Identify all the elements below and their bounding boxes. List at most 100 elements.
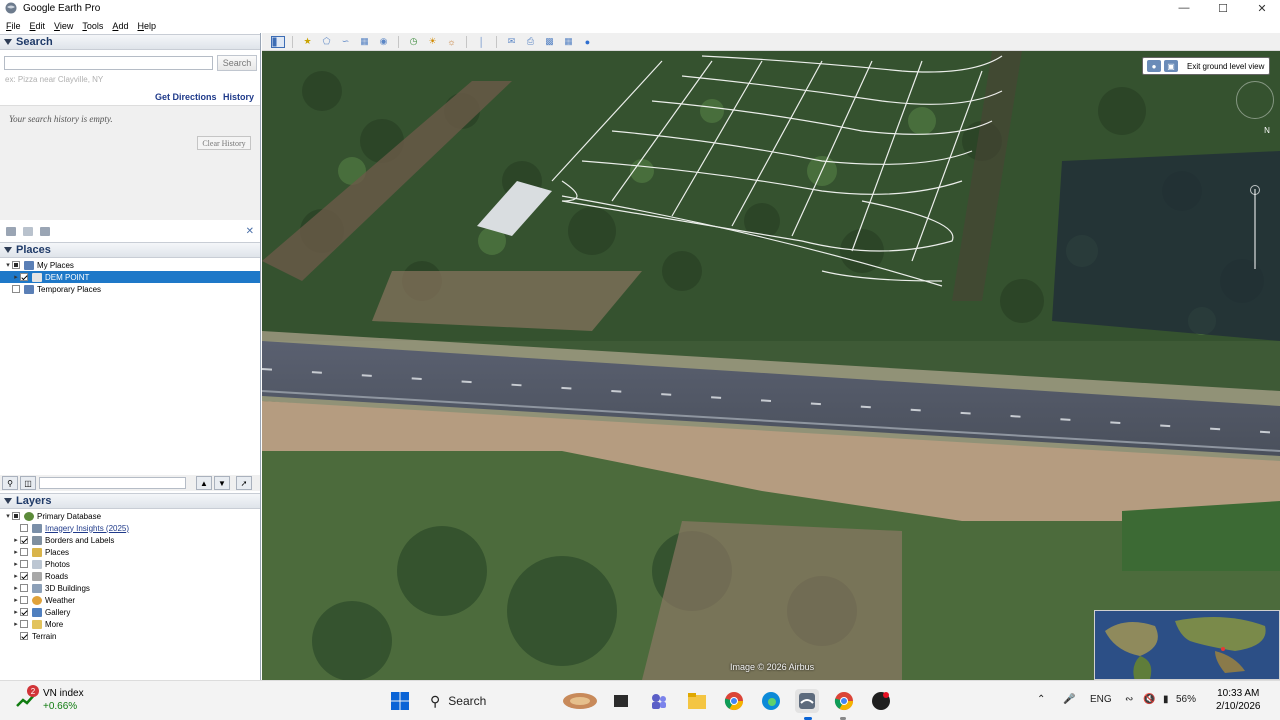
menu-tools[interactable]: Tools (82, 21, 103, 31)
minimize-button[interactable]: — (1165, 0, 1203, 16)
expand-arrow-icon[interactable]: ▸ (12, 572, 20, 580)
google-earth-taskbar-icon[interactable] (795, 689, 819, 713)
navigation-compass[interactable]: N (1236, 81, 1274, 135)
checkbox[interactable] (20, 620, 28, 628)
down-arrow-icon[interactable]: ▼ (214, 476, 230, 490)
path-icon[interactable]: ∽ (338, 35, 353, 48)
get-directions-link[interactable]: Get Directions (155, 92, 217, 102)
overview-map[interactable] (1094, 610, 1280, 680)
layer-more[interactable]: ▸ More (0, 618, 260, 630)
checkbox[interactable] (20, 524, 28, 532)
ruler-icon[interactable]: │ (474, 35, 489, 48)
expand-arrow-icon[interactable]: ▸ (12, 536, 20, 544)
layer-imagery-insights[interactable]: Imagery Insights (2025) (0, 522, 260, 534)
checkbox[interactable] (12, 261, 20, 269)
expand-arrow-icon[interactable]: ▸ (12, 560, 20, 568)
copy-icon[interactable] (23, 226, 33, 236)
history-link[interactable]: History (223, 92, 254, 102)
up-arrow-icon[interactable]: ▲ (196, 476, 212, 490)
language-indicator[interactable]: ENG (1090, 694, 1112, 705)
expand-arrow-icon[interactable]: ▸ (12, 273, 20, 281)
collapse-arrow-icon[interactable]: ▾ (4, 261, 12, 269)
expand-arrow-icon[interactable]: ▸ (12, 620, 20, 628)
email-icon[interactable]: ✉ (504, 35, 519, 48)
news-widget-icon[interactable] (560, 689, 600, 713)
tray-overflow-chevron-icon[interactable]: ⌃ (1037, 694, 1045, 705)
menu-file[interactable]: File (6, 21, 21, 31)
earth-icon[interactable]: ● (580, 35, 595, 48)
layer-places[interactable]: ▸ Places (0, 546, 260, 558)
collapse-arrow-icon[interactable]: ▾ (4, 512, 12, 520)
tree-item-dem-point[interactable]: ▸ DEM POINT (0, 271, 260, 283)
places-section-header[interactable]: Places (0, 242, 260, 258)
panel-toggle-icon[interactable]: ◫ (20, 476, 36, 490)
tree-item-temporary-places[interactable]: Temporary Places (0, 283, 260, 295)
tree-item-my-places[interactable]: ▾ My Places (0, 259, 260, 271)
polygon-icon[interactable]: ⬠ (319, 35, 334, 48)
system-clock[interactable]: 10:33 AM 2/10/2026 (1216, 687, 1261, 713)
zoom-slider-knob[interactable] (1250, 185, 1260, 195)
search-input[interactable] (4, 56, 213, 70)
taskbar-search[interactable]: ⚲ Search (420, 689, 560, 713)
windows-start-icon[interactable] (388, 689, 412, 713)
layer-borders-labels[interactable]: ▸ Borders and Labels (0, 534, 260, 546)
layer-weather[interactable]: ▸ Weather (0, 594, 260, 606)
checkbox[interactable] (20, 548, 28, 556)
close-window-button[interactable]: ✕ (1243, 0, 1280, 16)
menu-edit[interactable]: Edit (30, 21, 46, 31)
maximize-button[interactable]: ☐ (1204, 0, 1242, 16)
github-desktop-icon[interactable] (869, 689, 893, 713)
checkbox[interactable] (20, 273, 28, 281)
checkbox[interactable] (20, 632, 28, 640)
checkbox[interactable] (12, 285, 20, 293)
volume-muted-icon[interactable]: 🔇 (1143, 694, 1155, 705)
search-icon[interactable]: ⚲ (2, 476, 18, 490)
widget-title[interactable]: VN index (43, 688, 84, 699)
print-icon[interactable] (40, 226, 50, 236)
sun-icon[interactable]: ☀ (425, 35, 440, 48)
checkbox[interactable] (20, 572, 28, 580)
menu-view[interactable]: View (54, 21, 73, 31)
tour-icon[interactable]: ➚ (236, 476, 252, 490)
save-image-icon[interactable]: ▩ (542, 35, 557, 48)
checkbox[interactable] (20, 596, 28, 604)
clear-history-button[interactable]: Clear History (197, 136, 251, 150)
expand-arrow-icon[interactable]: ▸ (12, 608, 20, 616)
checkbox[interactable] (12, 512, 20, 520)
maps-icon[interactable]: ▦ (561, 35, 576, 48)
search-section-header[interactable]: Search (0, 34, 260, 50)
menu-help[interactable]: Help (137, 21, 156, 31)
historical-imagery-icon[interactable]: ◷ (406, 35, 421, 48)
places-search-input[interactable] (39, 477, 186, 489)
chrome-icon[interactable] (722, 689, 746, 713)
microphone-icon[interactable]: 🎤 (1063, 694, 1075, 705)
record-tour-icon[interactable]: ◉ (376, 35, 391, 48)
expand-arrow-icon[interactable]: ▸ (12, 584, 20, 592)
checkbox[interactable] (20, 536, 28, 544)
close-icon[interactable]: ✕ (246, 226, 254, 237)
zoom-slider-track[interactable] (1254, 189, 1256, 269)
edge-icon[interactable] (759, 689, 783, 713)
file-explorer-icon[interactable] (685, 689, 709, 713)
teams-icon[interactable] (647, 689, 671, 713)
task-view-icon[interactable] (609, 689, 633, 713)
layer-link-label[interactable]: Imagery Insights (2025) (45, 524, 129, 533)
chrome-profile-icon[interactable] (832, 689, 856, 713)
layer-roads[interactable]: ▸ Roads (0, 570, 260, 582)
folder-icon[interactable] (6, 226, 16, 236)
hide-sidebar-icon[interactable] (270, 35, 285, 48)
search-button[interactable]: Search (217, 55, 257, 71)
wifi-icon[interactable]: ∾ (1125, 694, 1133, 705)
battery-icon[interactable]: ▮ (1163, 694, 1169, 705)
layer-primary-database[interactable]: ▾ Primary Database (0, 510, 260, 522)
placemark-icon[interactable]: ★ (300, 35, 315, 48)
checkbox[interactable] (20, 608, 28, 616)
overlay-icon[interactable]: ▦ (357, 35, 372, 48)
exit-ground-level-button[interactable]: ● ▣ Exit ground level view (1142, 57, 1270, 75)
layer-3d-buildings[interactable]: ▸ 3D Buildings (0, 582, 260, 594)
print-icon[interactable]: ⎙ (523, 35, 538, 48)
checkbox[interactable] (20, 584, 28, 592)
layers-section-header[interactable]: Layers (0, 493, 260, 509)
expand-arrow-icon[interactable]: ▸ (12, 596, 20, 604)
layer-gallery[interactable]: ▸ Gallery (0, 606, 260, 618)
